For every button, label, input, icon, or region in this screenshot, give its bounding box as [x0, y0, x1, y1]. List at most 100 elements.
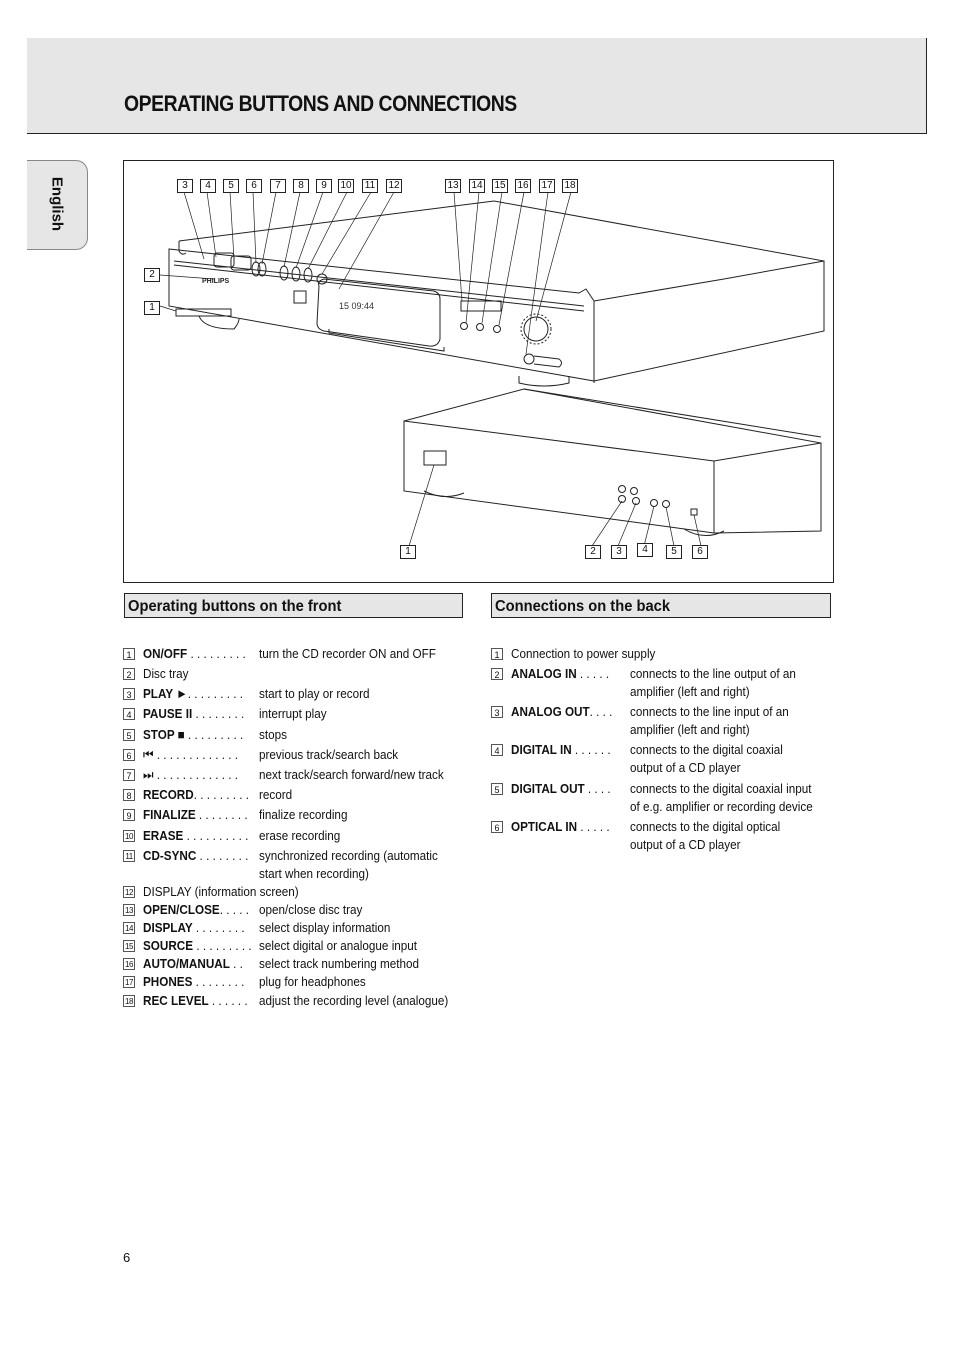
item-label: AUTO/MANUAL . .	[143, 956, 243, 971]
item-label: PHONES . . . . . . . .	[143, 974, 245, 989]
callout-back-1: 1	[400, 545, 416, 559]
callout-back-5: 5	[666, 545, 682, 559]
item-description: erase recording	[259, 828, 341, 843]
item-label: OPEN/CLOSE. . . . .	[143, 902, 249, 917]
item-label: REC LEVEL . . . . . .	[143, 993, 248, 1008]
leader-dots: . . . . . . . .	[192, 706, 245, 721]
leader-dots: . . . . . . . . .	[187, 686, 244, 701]
item-description: connects to the line output of an	[630, 666, 796, 681]
item-number-badge: 17	[123, 976, 135, 988]
item-description: connects to the digital optical	[630, 819, 781, 834]
callout-back-6: 6	[692, 545, 708, 559]
item-number-badge: 2	[123, 668, 135, 680]
item-number-badge: 11	[123, 850, 135, 862]
leader-dots: . . . . .	[219, 902, 249, 917]
item-description: connects to the digital coaxial input	[630, 781, 812, 796]
item-number-badge: 15	[123, 940, 135, 952]
callout-front-14: 14	[469, 179, 485, 193]
front-section-heading: Operating buttons on the front	[124, 593, 463, 618]
item-description: select display information	[259, 920, 391, 935]
item-label: Disc tray	[143, 666, 189, 681]
item-description-continuation: of e.g. amplifier or recording device	[630, 799, 813, 814]
item-number-badge: 18	[123, 995, 135, 1007]
display-readout: 15 09:44	[339, 301, 374, 311]
leader-dots: . . . .	[589, 704, 613, 719]
item-description-continuation: amplifier (left and right)	[630, 722, 750, 737]
callout-front-15: 15	[492, 179, 508, 193]
power-socket	[423, 450, 447, 466]
item-number-badge: 16	[123, 958, 135, 970]
item-number-badge: 9	[123, 809, 135, 821]
leader-dots: . . . .	[584, 781, 611, 796]
callout-front-2: 2	[144, 268, 160, 282]
callout-back-2: 2	[585, 545, 601, 559]
item-label: ANALOG IN . . . . .	[511, 666, 610, 681]
item-description: stops	[259, 727, 287, 742]
item-number-badge: 8	[123, 789, 135, 801]
leader-dots: . . . . . . . . .	[193, 787, 249, 802]
callout-front-7: 7	[270, 179, 286, 193]
item-number-badge: 5	[491, 783, 503, 795]
leader-dots: . . . . . . . .	[192, 920, 245, 935]
item-number-badge: 5	[123, 729, 135, 741]
item-number-badge: 3	[491, 706, 503, 718]
back-section-heading: Connections on the back	[491, 593, 831, 618]
item-description: turn the CD recorder ON and OFF	[259, 646, 436, 661]
item-description-continuation: output of a CD player	[630, 837, 741, 852]
callout-front-1: 1	[144, 301, 160, 315]
brand-logo: PHILIPS	[202, 278, 230, 285]
item-label: FINALIZE . . . . . . . .	[143, 807, 248, 822]
item-number-badge: 7	[123, 769, 135, 781]
callout-front-11: 11	[362, 179, 378, 193]
callout-back-3: 3	[611, 545, 627, 559]
leader-dots: . . . . . . . .	[195, 807, 248, 822]
item-label: CD-SYNC . . . . . . . .	[143, 848, 249, 863]
item-label: ON/OFF . . . . . . . . .	[143, 646, 246, 661]
item-description-continuation: amplifier (left and right)	[630, 684, 750, 699]
leader-dots: . . . . . . . . . .	[183, 828, 249, 843]
item-description: select track numbering method	[259, 956, 419, 971]
item-label: DIGITAL OUT . . . .	[511, 781, 611, 796]
item-label: ⏮ . . . . . . . . . . . . .	[143, 747, 239, 762]
callout-front-4: 4	[200, 179, 216, 193]
item-label: DISPLAY (information screen)	[143, 884, 299, 899]
item-description: adjust the recording level (analogue)	[259, 993, 449, 1008]
item-number-badge: 12	[123, 886, 135, 898]
item-number-badge: 2	[491, 668, 503, 680]
item-number-badge: 6	[491, 821, 503, 833]
item-number-badge: 4	[123, 708, 135, 720]
callout-front-3: 3	[177, 179, 193, 193]
item-description: select digital or analogue input	[259, 938, 418, 953]
item-label: DISPLAY . . . . . . . .	[143, 920, 245, 935]
leader-dots: . . . . . . . . .	[184, 727, 244, 742]
front-unit-side	[593, 260, 825, 382]
item-description: next track/search forward/new track	[259, 767, 444, 782]
item-label: PAUSE II . . . . . . . .	[143, 706, 245, 721]
item-number-badge: 13	[123, 904, 135, 916]
item-label: PLAY ►. . . . . . . . .	[143, 686, 244, 701]
item-description: synchronized recording (automatic	[259, 848, 438, 863]
item-description: open/close disc tray	[259, 902, 363, 917]
leader-dots: . . . . . . . .	[196, 848, 249, 863]
leader-dots: . . . . . . . .	[192, 974, 245, 989]
item-number-badge: 1	[123, 648, 135, 660]
item-number-badge: 14	[123, 922, 135, 934]
item-description: start to play or record	[259, 686, 370, 701]
leader-dots: . . . . . . . . . . . . .	[153, 767, 239, 782]
item-label: ⏭ . . . . . . . . . . . . .	[143, 767, 239, 782]
callout-front-9: 9	[316, 179, 332, 193]
leader-dots: . . . . .	[576, 666, 610, 681]
item-description: record	[259, 787, 293, 802]
header-band	[27, 38, 927, 134]
callout-back-4: 4	[637, 543, 653, 557]
front-unit-top-edge	[178, 200, 825, 279]
item-description: finalize recording	[259, 807, 348, 822]
item-description: plug for headphones	[259, 974, 366, 989]
callout-front-5: 5	[223, 179, 239, 193]
leader-dots: . . . . . . . . .	[193, 938, 252, 953]
item-description-continuation: start when recording)	[259, 866, 369, 881]
leader-dots: . . . . . . . . . . . . .	[153, 747, 239, 762]
callout-front-10: 10	[338, 179, 354, 193]
page-number: 6	[123, 1250, 131, 1265]
display-window	[316, 278, 441, 347]
